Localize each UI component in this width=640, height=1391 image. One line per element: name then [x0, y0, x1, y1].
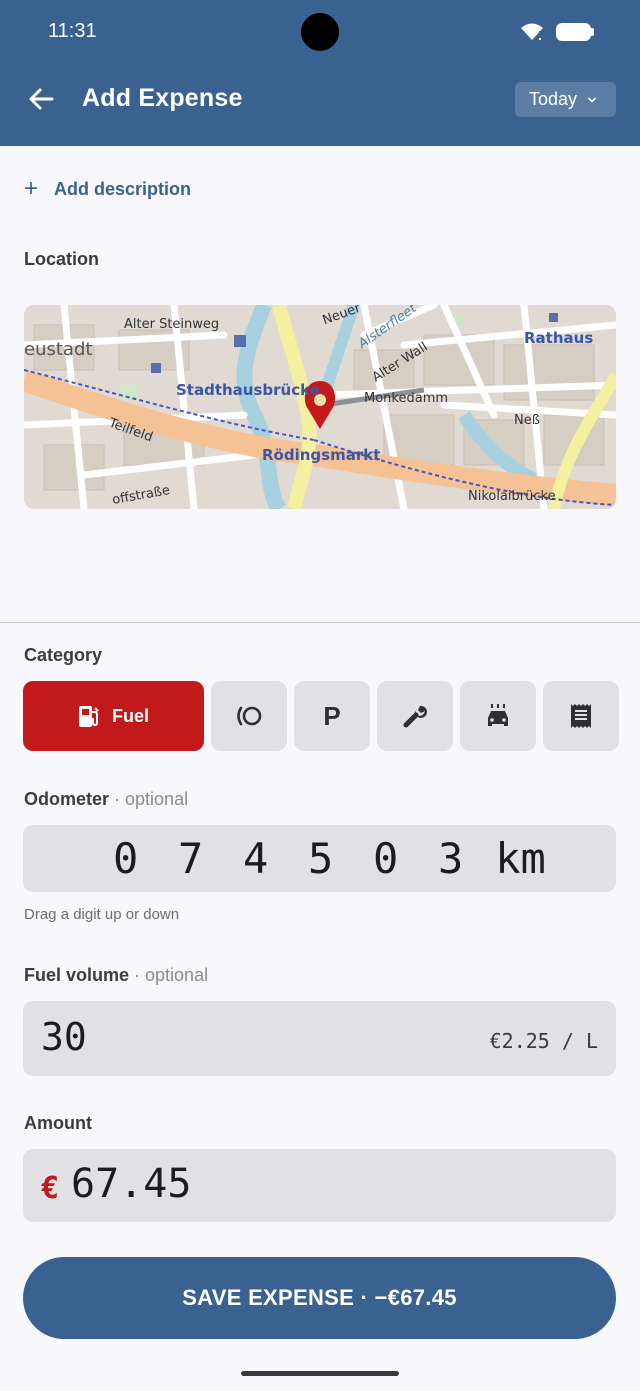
fuel-volume-optional-tag: · optional: [129, 965, 209, 985]
odometer-input[interactable]: 0 7 4 5 0 3 km: [23, 825, 616, 892]
odometer-label: Odometer · optional: [24, 789, 189, 809]
add-description-button[interactable]: + Add description: [24, 176, 191, 202]
date-label: Today: [529, 89, 578, 109]
category-maintenance-button[interactable]: [377, 681, 453, 751]
receipt-icon: [571, 704, 591, 728]
category-fuel-label: Fuel: [111, 705, 149, 726]
parking-icon: P: [323, 700, 341, 731]
wifi-icon: [521, 23, 543, 40]
page-title: Add Expense: [82, 84, 243, 112]
map-label-stadthausbruecke: Stadthausbrücke: [176, 381, 320, 399]
odometer-digit[interactable]: 4: [223, 834, 288, 883]
add-description-label: Add description: [54, 178, 192, 199]
chevron-down-icon: [587, 96, 597, 103]
fuel-pump-icon: [78, 706, 99, 727]
map-label-monkedamm: Monkedamm: [364, 391, 449, 406]
back-arrow-icon[interactable]: [26, 84, 56, 114]
category-label: Category: [24, 645, 103, 665]
app-bar: 11:31 Add Expense Today: [0, 0, 640, 146]
location-map[interactable]: Alter Steinweg eustadt Stadthausbrücke R…: [24, 305, 616, 509]
section-divider: [0, 622, 640, 623]
category-tires-button[interactable]: [211, 681, 287, 751]
map-label-rathaus: Rathaus: [524, 329, 594, 347]
fuel-price-per-liter: €2.25 / L: [489, 1029, 598, 1053]
car-wash-icon: [488, 704, 508, 726]
odometer-digit[interactable]: 3: [418, 834, 483, 883]
date-selector-button[interactable]: Today: [515, 82, 616, 117]
map-label-ness: Neß: [514, 413, 540, 428]
map-label-neustadt: eustadt: [24, 339, 93, 360]
currency-symbol: €: [41, 1171, 60, 1206]
odometer-hint: Drag a digit up or down: [24, 906, 180, 923]
fuel-volume-value: 30: [41, 1015, 87, 1059]
odometer-digit[interactable]: 0: [353, 834, 418, 883]
category-car-wash-button[interactable]: [460, 681, 536, 751]
home-indicator[interactable]: [241, 1371, 399, 1376]
category-fuel-button[interactable]: Fuel: [23, 681, 204, 751]
odometer-unit: km: [495, 834, 546, 883]
map-label-roedingsmarkt: Rödingsmarkt: [262, 446, 381, 464]
odometer-digit[interactable]: 0: [93, 834, 158, 883]
save-expense-button[interactable]: SAVE EXPENSE · −€67.45: [23, 1257, 616, 1339]
odometer-digit[interactable]: 7: [158, 834, 223, 883]
map-label-nikolaibruecke: Nikolaibrücke: [468, 489, 556, 504]
camera-cutout: [301, 13, 339, 51]
wrench-icon: [403, 705, 427, 728]
fuel-volume-input[interactable]: 30 €2.25 / L: [23, 1001, 616, 1076]
fuel-volume-label: Fuel volume · optional: [24, 965, 209, 985]
map-label-alter-steinweg: Alter Steinweg: [124, 317, 220, 332]
amount-label: Amount: [24, 1113, 92, 1133]
status-time: 11:31: [48, 20, 97, 42]
location-label: Location: [24, 249, 99, 269]
battery-icon: [556, 23, 594, 41]
category-selector: Fuel P: [23, 681, 619, 751]
amount-value: 67.45: [71, 1161, 192, 1207]
odometer-optional-tag: · optional: [109, 789, 189, 809]
category-parking-button[interactable]: P: [294, 681, 370, 751]
plus-icon: +: [24, 175, 39, 202]
category-other-button[interactable]: [543, 681, 619, 751]
odometer-digit[interactable]: 5: [288, 834, 353, 883]
tire-icon: [237, 706, 262, 726]
amount-input[interactable]: € 67.45: [23, 1149, 616, 1222]
